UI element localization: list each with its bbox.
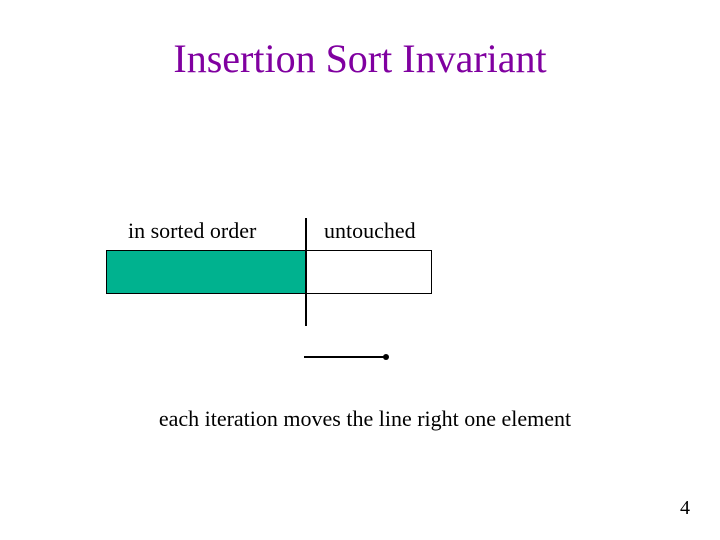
sorted-region [107,251,305,293]
label-sorted: in sorted order [128,218,256,244]
label-untouched: untouched [324,218,416,244]
partition-divider [305,218,307,326]
arrow-right-icon [304,350,394,364]
slide-title: Insertion Sort Invariant [0,35,720,82]
slide: Insertion Sort Invariant in sorted order… [0,0,720,540]
page-number: 4 [680,497,690,520]
caption: each iteration moves the line right one … [0,406,720,432]
